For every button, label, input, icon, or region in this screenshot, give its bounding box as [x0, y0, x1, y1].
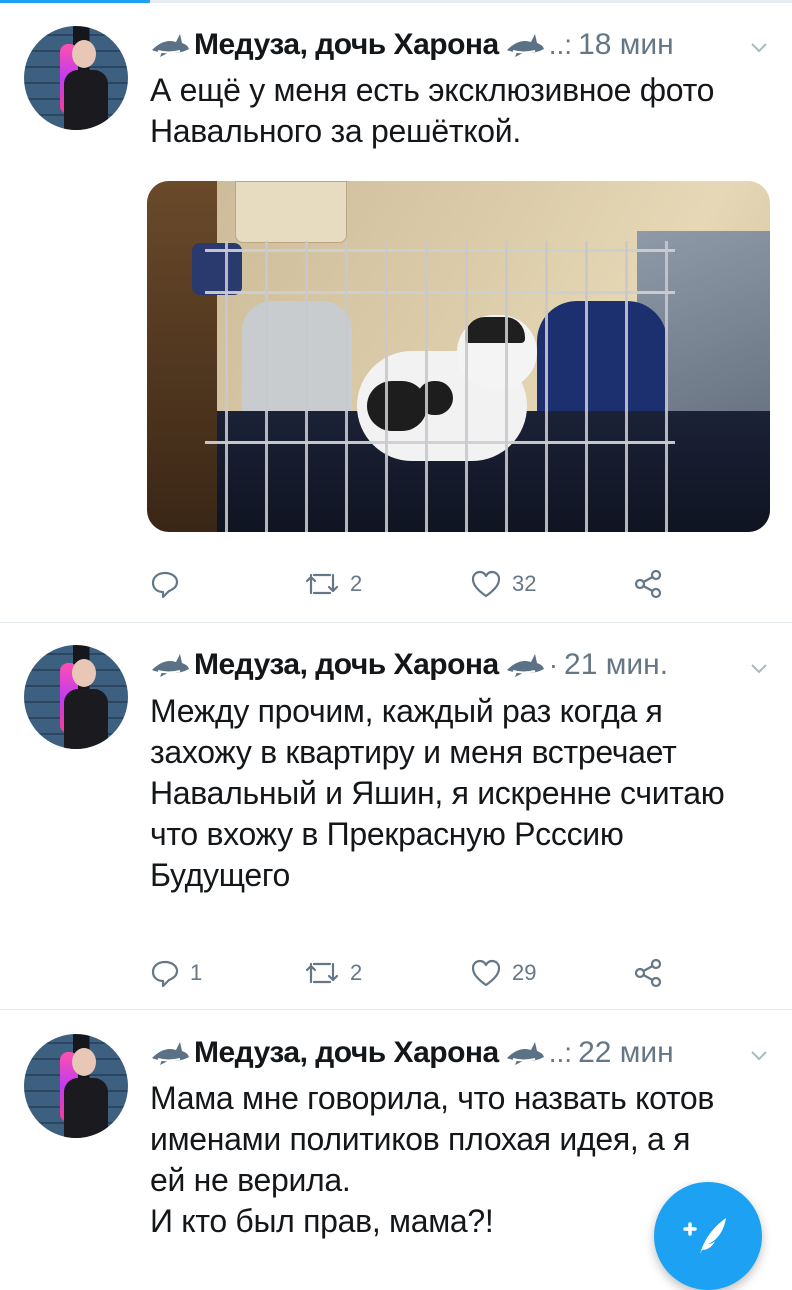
- share-icon: [634, 569, 662, 599]
- timestamp[interactable]: 21 мин.: [564, 648, 668, 682]
- author-name[interactable]: Медуза, дочь Харона: [194, 1036, 499, 1070]
- reply-icon: [151, 571, 179, 599]
- retweet-count: 2: [350, 960, 363, 985]
- retweet-button[interactable]: 2: [304, 957, 362, 989]
- like-count: 29: [512, 960, 537, 985]
- compose-tweet-button[interactable]: [654, 1182, 762, 1290]
- share-button[interactable]: [632, 568, 664, 600]
- tweet-header: Медуза, дочь Харона ..: 22 мин: [150, 1035, 674, 1071]
- tweet-header: Медуза, дочь Харона ..: 18 мин: [150, 27, 674, 63]
- heart-icon: [471, 959, 501, 987]
- tweet-text: А ещё у меня есть эксклюзивное фото Нава…: [150, 72, 715, 149]
- chevron-down-icon[interactable]: [748, 657, 770, 679]
- shark-icon: [150, 652, 190, 678]
- reply-count: 1: [190, 960, 203, 985]
- tweet-actions: 2 32: [150, 568, 750, 600]
- timestamp[interactable]: 18 мин: [578, 28, 674, 62]
- tweet[interactable]: Медуза, дочь Харона · 21 мин. Между проч…: [0, 623, 792, 1010]
- chevron-down-icon[interactable]: [748, 1044, 770, 1066]
- shark-icon: [150, 32, 190, 58]
- share-icon: [634, 958, 662, 988]
- reply-icon: [151, 960, 179, 988]
- shark-icon: [150, 1040, 190, 1066]
- avatar[interactable]: [24, 1034, 128, 1138]
- tweet-header: Медуза, дочь Харона · 21 мин.: [150, 647, 668, 683]
- header-separator: ..:: [548, 1037, 573, 1068]
- tweet[interactable]: Медуза, дочь Харона ..: 18 мин А ещё у м…: [0, 0, 792, 623]
- retweet-count: 2: [350, 571, 363, 596]
- avatar[interactable]: [24, 645, 128, 749]
- share-button[interactable]: [632, 957, 664, 989]
- header-separator: ..:: [548, 29, 573, 60]
- shark-icon: [505, 1040, 545, 1066]
- heart-icon: [471, 570, 501, 598]
- avatar[interactable]: [24, 26, 128, 130]
- tweet-actions: 1 2 29: [150, 957, 750, 989]
- reply-button[interactable]: [150, 568, 190, 600]
- like-button[interactable]: 32: [470, 568, 536, 600]
- author-name[interactable]: Медуза, дочь Харона: [194, 28, 499, 62]
- retweet-icon: [305, 962, 339, 984]
- retweet-icon: [305, 573, 339, 595]
- tweet-photo[interactable]: [147, 181, 770, 532]
- retweet-button[interactable]: 2: [304, 568, 362, 600]
- like-count: 32: [512, 571, 537, 596]
- shark-icon: [505, 652, 545, 678]
- header-separator: ·: [548, 649, 559, 680]
- chevron-down-icon[interactable]: [748, 36, 770, 58]
- timestamp[interactable]: 22 мин: [578, 1036, 674, 1070]
- like-button[interactable]: 29: [470, 957, 536, 989]
- compose-tweet-icon: [683, 1218, 726, 1254]
- tweet-text: Между прочим, каждый раз когда я захожу …: [150, 693, 725, 893]
- shark-icon: [505, 32, 545, 58]
- reply-button[interactable]: 1: [150, 957, 202, 989]
- author-name[interactable]: Медуза, дочь Харона: [194, 648, 499, 682]
